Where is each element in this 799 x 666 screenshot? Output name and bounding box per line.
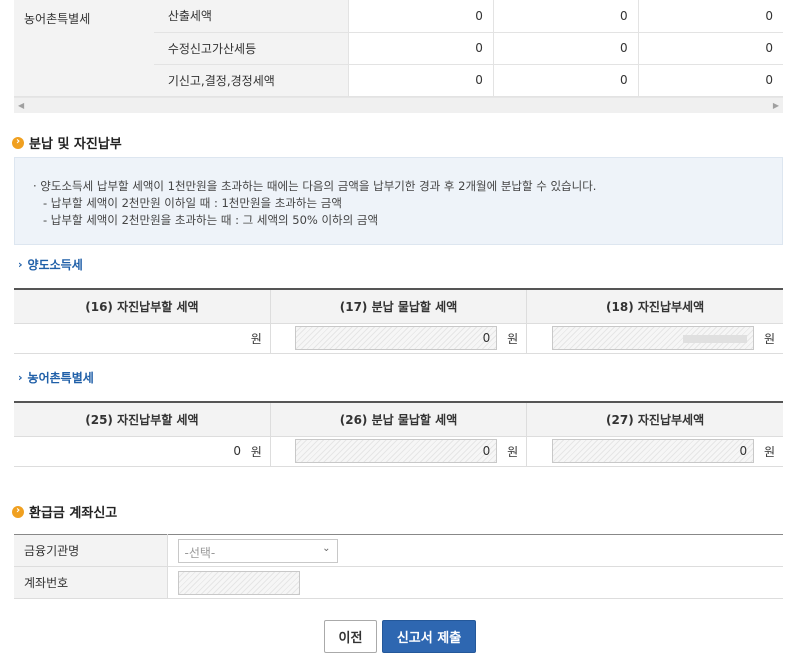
cgt-payment-table: (16) 자진납부할 세액 (17) 분납 물납할 세액 (18) 자진납부세액… [14,288,783,354]
cgt-payment-field [552,326,755,350]
table-row: 농어촌특별세 산출세액 0 0 0 [14,0,783,97]
cell-value: 0 [493,0,639,33]
rural-installment-field: 0 [295,439,498,463]
cell-value: 0 [348,64,494,97]
horizontal-scrollbar[interactable]: ◀ ▶ [14,97,783,113]
masked-value [683,335,748,343]
row-label: 산출세액 [153,0,350,33]
notice-line: - 납부할 세액이 2천만원 이하일 때 : 1천만원을 초과하는 금액 [43,196,342,210]
rural-payment-field: 0 [552,439,755,463]
cell-value: 0 [348,0,494,33]
account-number-field[interactable] [177,570,300,595]
cgt-installment-cell: 0 원 [270,323,528,354]
table-row: 0 원 0 원 0 원 [14,436,783,467]
chevron-right-icon: › [18,258,23,271]
rural-payment-table: (25) 자진납부할 세액 (26) 분납 물납할 세액 (27) 자진납부세액… [14,401,783,467]
section-title-installment: 분납 및 자진납부 [12,133,122,152]
section-title-refund: 환급금 계좌신고 [12,502,117,521]
bank-select-value: -선택- [184,545,216,560]
group-label: 농어촌특별세 [14,0,154,97]
unit-label: 원 [507,444,519,459]
cell-value: 0 [493,64,639,97]
scroll-left-icon[interactable]: ◀ [18,101,24,110]
subsection-title-text: 농어촌특별세 [27,371,94,385]
cgt-payment-cell: 원 [526,323,783,354]
cell-value: 0 [638,0,783,33]
rural-tax-summary-table: 농어촌특별세 산출세액 0 0 0 수정신고가산세등 0 0 0 기신고,결정,… [14,0,783,97]
table-row: 계좌번호 [14,566,783,599]
subsection-title-rural: › 농어촌특별세 [18,369,94,386]
account-label: 계좌번호 [14,566,168,599]
unit-label: 원 [250,444,262,459]
refund-account-table: 금융기관명 -선택- ⌄ 계좌번호 [14,534,783,599]
row-label: 기신고,결정,경정세액 [153,64,350,97]
column-header: (16) 자진납부할 세액 [14,289,271,324]
notice-line: · 양도소득세 납부할 세액이 1천만원을 초과하는 때에는 다음의 금액을 납… [33,179,597,193]
cell-value: 0 [493,32,639,65]
rural-self-pay-cell: 0 원 [14,436,271,467]
column-header: (18) 자진납부세액 [526,289,783,324]
prev-button[interactable]: 이전 [324,620,377,653]
unit-label: 원 [763,331,775,346]
table-header-row: (25) 자진납부할 세액 (26) 분납 물납할 세액 (27) 자진납부세액 [14,402,783,437]
rural-self-pay-value: 0 [233,443,241,458]
submit-return-button[interactable]: 신고서 제출 [382,620,476,653]
cell-value: 0 [638,32,783,65]
section-bullet-icon [12,136,24,149]
scroll-right-icon[interactable]: ▶ [773,101,779,110]
installment-notice: · 양도소득세 납부할 세액이 1천만원을 초과하는 때에는 다음의 금액을 납… [14,157,783,245]
column-header: (26) 분납 물납할 세액 [270,402,528,437]
cell-value: 0 [638,64,783,97]
cell-value: 0 [348,32,494,65]
bank-select[interactable]: -선택- ⌄ [177,538,338,563]
subsection-title-cgt: › 양도소득세 [18,256,83,273]
unit-label: 원 [763,444,775,459]
row-label: 수정신고가산세등 [153,32,350,65]
cgt-installment-field: 0 [295,326,498,350]
section-bullet-icon [12,505,24,518]
rural-payment-cell: 0 원 [526,436,783,467]
bank-cell: -선택- ⌄ [167,534,783,567]
notice-line: - 납부할 세액이 2천만원을 초과하는 때 : 그 세액의 50% 이하의 금… [43,213,379,227]
subsection-title-text: 양도소득세 [27,258,83,272]
table-header-row: (16) 자진납부할 세액 (17) 분납 물납할 세액 (18) 자진납부세액 [14,289,783,324]
unit-label: 원 [250,331,262,346]
table-row: 금융기관명 -선택- ⌄ [14,534,783,567]
cgt-self-pay-cell: 원 [14,323,271,354]
section-title-text: 환급금 계좌신고 [29,506,118,521]
rural-installment-cell: 0 원 [270,436,528,467]
account-cell [167,566,783,599]
unit-label: 원 [507,331,519,346]
section-title-text: 분납 및 자진납부 [29,137,122,152]
column-header: (27) 자진납부세액 [526,402,783,437]
column-header: (17) 분납 물납할 세액 [270,289,528,324]
column-header: (25) 자진납부할 세액 [14,402,271,437]
chevron-right-icon: › [18,371,23,384]
bank-label: 금융기관명 [14,534,168,567]
table-row: 원 0 원 원 [14,323,783,354]
chevron-down-icon: ⌄ [322,542,331,554]
